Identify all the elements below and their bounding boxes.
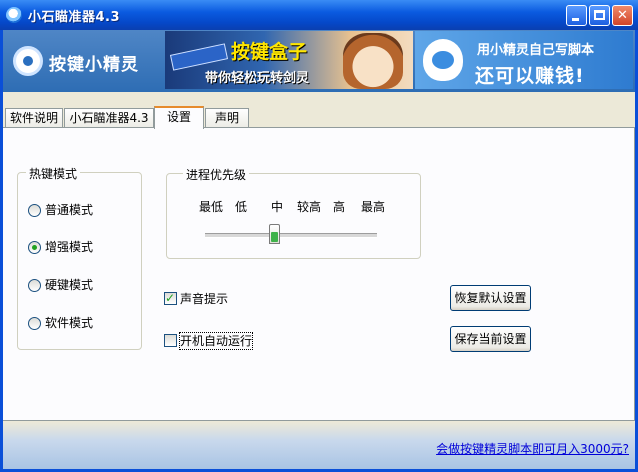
tick-label: 最高: [361, 200, 386, 214]
ad-line-2: 还可以赚钱!: [475, 65, 585, 87]
close-icon: ✕: [617, 8, 628, 23]
sound-alert-label: 声音提示: [180, 292, 229, 306]
radio-button[interactable]: [28, 241, 41, 254]
character-portrait: [343, 33, 403, 89]
save-settings-button[interactable]: 保存当前设置: [450, 326, 531, 352]
tick-label: 最低: [199, 200, 224, 214]
brand-name: 按键小精灵: [49, 55, 139, 75]
ad-banner-script[interactable]: 用小精灵自己写脚本 还可以赚钱!: [415, 31, 633, 89]
radio-label: 硬键模式: [45, 278, 94, 292]
sound-alert-checkbox[interactable]: [164, 290, 177, 306]
ad-line-1: 用小精灵自己写脚本: [477, 43, 595, 58]
autostart-checkbox[interactable]: [164, 334, 177, 347]
process-priority-group: 进程优先级 最低 低 中 较高 高 最高: [166, 166, 421, 259]
tick-label: 高: [333, 200, 346, 214]
tick-label: 低: [235, 200, 248, 214]
promo-link[interactable]: 会做按键精灵脚本即可月入3000元?: [436, 440, 629, 457]
autostart-label: 开机自动运行: [178, 332, 254, 350]
app-window: 小石瞄准器4.3 ✕ 按键小精灵 按键盒子 带你轻松玩转剑灵 用小精灵自己写脚本…: [0, 0, 638, 472]
footer-bar: 会做按键精灵脚本即可月入3000元?: [3, 422, 635, 469]
priority-slider-track[interactable]: [205, 233, 377, 238]
tick-label: 较高: [297, 200, 322, 214]
hotkey-mode-group: 热键模式 普通模式 增强模式 硬键模式 软件模式: [17, 165, 142, 350]
radio-button[interactable]: [28, 279, 41, 292]
banner: 按键小精灵 按键盒子 带你轻松玩转剑灵 用小精灵自己写脚本 还可以赚钱!: [3, 30, 635, 92]
minimize-icon: [572, 18, 579, 21]
maximize-icon: [594, 10, 605, 20]
radio-button[interactable]: [28, 317, 41, 330]
tab-settings[interactable]: 设置: [154, 106, 204, 129]
ad-banner-box[interactable]: 按键盒子 带你轻松玩转剑灵: [165, 31, 413, 89]
restore-defaults-button[interactable]: 恢复默认设置: [450, 285, 531, 311]
ad-title: 按键盒子: [231, 41, 308, 63]
radio-label: 增强模式: [45, 240, 94, 254]
tick-label: 中: [271, 200, 284, 214]
app-icon: [6, 7, 22, 23]
ad-subtitle: 带你轻松玩转剑灵: [205, 71, 310, 86]
close-button[interactable]: ✕: [612, 5, 633, 26]
minimize-button[interactable]: [566, 5, 587, 26]
window-title: 小石瞄准器4.3: [28, 10, 121, 25]
mascot-icon: [423, 39, 463, 81]
title-bar[interactable]: 小石瞄准器4.3 ✕: [0, 0, 638, 30]
process-priority-label: 进程优先级: [183, 166, 250, 183]
settings-panel: 热键模式 普通模式 增强模式 硬键模式 软件模式 进程优先级 最低 低 中 较高…: [3, 127, 635, 421]
tab-aimer[interactable]: 小石瞄准器4.3: [64, 108, 154, 128]
radio-label: 普通模式: [45, 203, 94, 217]
mascot-icon: [13, 46, 43, 76]
tab-strip: 软件说明 小石瞄准器4.3 设置 声明: [3, 106, 635, 129]
brand-logo[interactable]: 按键小精灵: [9, 42, 164, 82]
radio-button[interactable]: [28, 204, 41, 217]
priority-slider-thumb[interactable]: [269, 224, 280, 244]
tab-software-info[interactable]: 软件说明: [5, 108, 63, 128]
tab-statement[interactable]: 声明: [205, 108, 249, 128]
maximize-button[interactable]: [589, 5, 610, 26]
hotkey-mode-label: 热键模式: [26, 165, 81, 182]
radio-label: 软件模式: [45, 316, 94, 330]
client-area: 按键小精灵 按键盒子 带你轻松玩转剑灵 用小精灵自己写脚本 还可以赚钱! 软件说…: [3, 30, 635, 469]
